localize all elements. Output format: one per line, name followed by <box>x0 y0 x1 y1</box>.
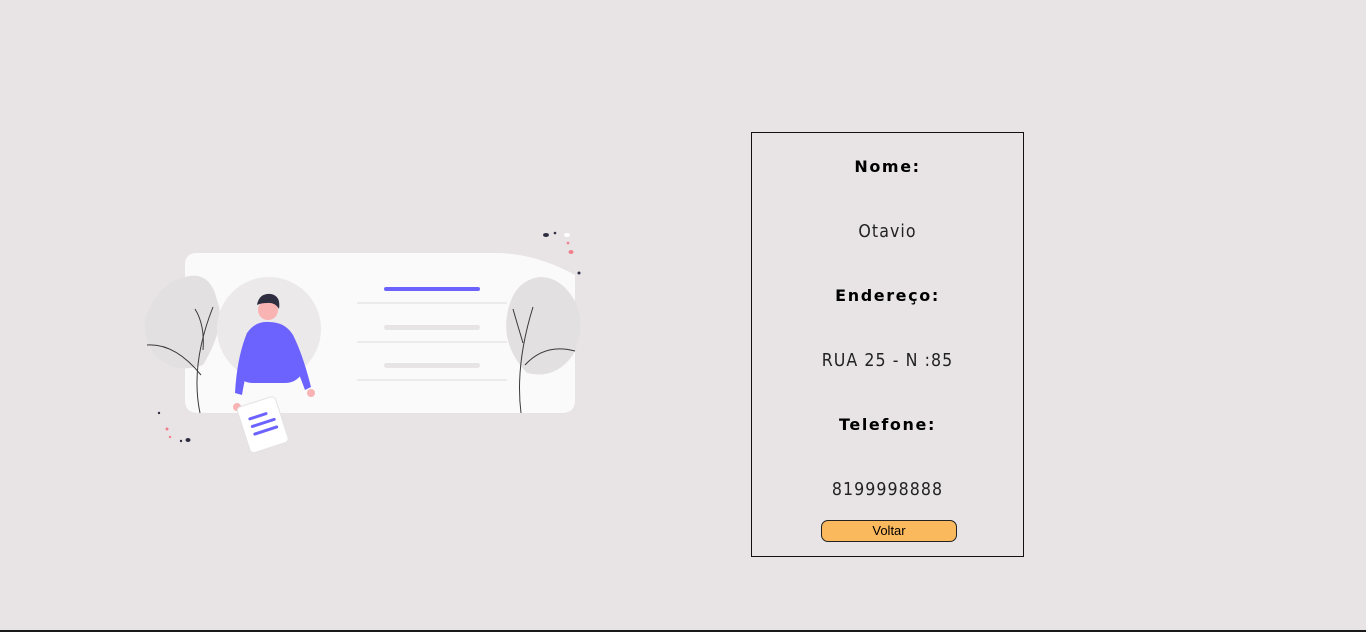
address-label: Endereço: <box>835 286 940 305</box>
phone-value: 8199998888 <box>831 479 944 500</box>
address-value: RUA 25 - N :85 <box>821 350 954 371</box>
page: Nome: Otavio Endereço: RUA 25 - N :85 Te… <box>0 0 1366 632</box>
name-label: Nome: <box>854 157 921 176</box>
phone-label: Telefone: <box>839 415 936 434</box>
back-button[interactable]: Voltar <box>821 520 957 542</box>
profile-card-illustration <box>135 225 590 460</box>
profile-card: Nome: Otavio Endereço: RUA 25 - N :85 Te… <box>751 132 1024 557</box>
name-value: Otavio <box>858 221 917 242</box>
